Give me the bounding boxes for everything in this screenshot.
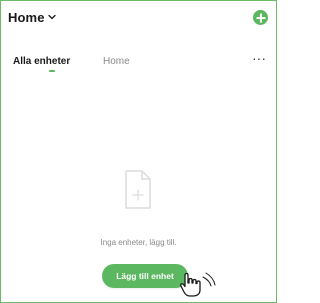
active-tab-indicator [49, 70, 55, 72]
top-bar: Home [8, 9, 268, 31]
hand-pointer-icon [179, 269, 219, 302]
app-window: Home Alla enheter Home ··· Inga enheter,… [0, 0, 277, 303]
empty-document-icon [123, 169, 153, 216]
empty-state-message: Inga enheter, lägg till. [100, 238, 177, 247]
tab-bar: Alla enheter Home ··· [13, 50, 268, 80]
more-options-button[interactable]: ··· [252, 50, 266, 66]
add-device-button[interactable]: Lägg till enhet [102, 264, 188, 288]
home-selector[interactable]: Home [8, 9, 56, 25]
tab-all-devices[interactable]: Alla enheter [13, 56, 70, 67]
tab-home[interactable]: Home [103, 56, 130, 67]
home-title: Home [8, 9, 45, 25]
add-icon[interactable] [253, 10, 268, 25]
chevron-down-icon [47, 7, 56, 25]
